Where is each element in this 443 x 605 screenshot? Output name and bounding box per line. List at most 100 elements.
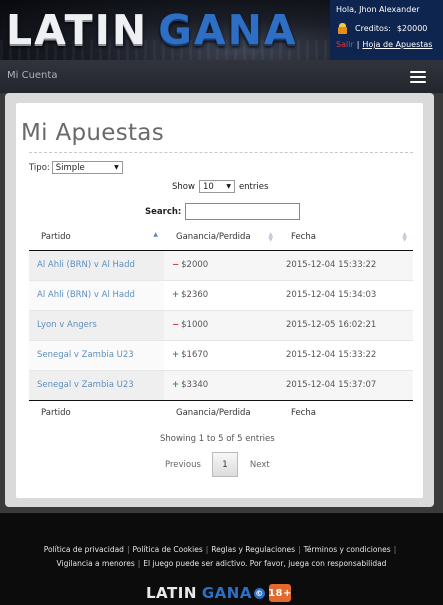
footer-separator: | — [393, 545, 397, 554]
title-divider — [29, 152, 413, 153]
footer-separator: | — [137, 559, 141, 568]
privacy-policy-link[interactable]: Política de privacidad — [44, 545, 124, 554]
table-row: Senegal v Zambia U23 + $3340 2015-12-04 1… — [29, 369, 413, 400]
tipo-select-value: Simple — [55, 162, 85, 173]
coin-stack-icon — [338, 22, 347, 34]
tipo-select[interactable]: Simple ▼ — [51, 161, 123, 174]
date-cell: 2015-12-05 16:02:21 — [279, 309, 413, 340]
link-separator: | — [356, 40, 360, 49]
amount-cell: − $1000 — [164, 309, 279, 340]
search-input[interactable] — [185, 203, 301, 220]
date-cell: 2015-12-04 15:34:03 — [279, 279, 413, 310]
footer-logo-gana: GANA — [201, 584, 252, 602]
partido-cell[interactable]: Al Ahli (BRN) v Al Hadd — [29, 279, 164, 310]
sort-both-icon: ▲ ▼ — [268, 231, 273, 243]
page-title: Mi Apuestas — [21, 120, 164, 146]
user-account-box: Hola, Jhon Alexander Creditos: $20000 Sa… — [330, 0, 443, 60]
nav-title: Mi Cuenta — [7, 70, 58, 81]
age-restriction-badge: 18+ — [268, 584, 291, 602]
column-header-label: Partido — [41, 231, 71, 242]
pagination: Previous 1 Next — [165, 452, 270, 477]
footer-links-row-1: Política de privacidad | Política de Cooki… — [0, 543, 443, 557]
hamburger-menu-icon[interactable] — [410, 71, 426, 83]
amount-value: $1670 — [181, 350, 209, 360]
page-length-select[interactable]: 10 ▼ — [198, 180, 235, 193]
site-header: LATIN GANA Hola, Jhon Alexander Creditos:… — [0, 0, 443, 60]
column-header-ganancia[interactable]: Ganancia/Perdida ▲ ▼ — [164, 224, 279, 251]
search-label: Search: — [145, 206, 182, 217]
gain-sign: + — [172, 350, 180, 360]
footer-logo-latin: LATIN — [146, 584, 197, 602]
partido-cell[interactable]: Lyon v Angers — [29, 309, 164, 340]
page-button-current[interactable]: 1 — [211, 452, 238, 477]
minors-protection-link[interactable]: Vigilancia a menores — [57, 559, 135, 568]
table-row: Senegal v Zambia U23 + $1670 2015-12-04 1… — [29, 339, 413, 370]
date-cell: 2015-12-04 15:37:07 — [279, 369, 413, 400]
sort-ascending-icon: ▲ — [153, 231, 158, 238]
amount-value: $3340 — [181, 380, 209, 390]
table-header-row: Partido ▲ Ganancia/Perdida ▲ ▼ Fecha ▲ ▼ — [29, 224, 413, 251]
user-greeting: Hola, Jhon Alexander — [336, 5, 420, 14]
footer-links-row-2: Vigilancia a menores | El juego puede ser … — [0, 557, 443, 571]
column-header-partido[interactable]: Partido ▲ — [29, 224, 164, 251]
table-row: Lyon v Angers − $1000 2015-12-05 16:02:21 — [29, 309, 413, 340]
logo-mark-icon: © — [253, 587, 265, 599]
credits-label: Creditos: — [355, 23, 391, 33]
account-links: Salir | Hoja de Apuestas — [336, 40, 438, 49]
amount-cell: + $1670 — [164, 339, 279, 370]
date-cell: 2015-12-04 15:33:22 — [279, 249, 413, 280]
terms-link[interactable]: Términos y condiciones — [304, 545, 391, 554]
column-header-fecha[interactable]: Fecha ▲ ▼ — [279, 224, 413, 251]
chevron-down-icon: ▼ — [114, 164, 119, 171]
account-navbar: Mi Cuenta — [0, 60, 443, 93]
bets-table: Partido ▲ Ganancia/Perdida ▲ ▼ Fecha ▲ ▼ Al A… — [29, 224, 413, 426]
logout-link[interactable]: Salir — [336, 40, 354, 49]
tipo-label: Tipo: — [29, 162, 50, 173]
column-header-label: Fecha — [291, 231, 316, 242]
partido-cell[interactable]: Senegal v Zambia U23 — [29, 339, 164, 370]
logo-text-latin: LATIN — [6, 5, 149, 54]
cookies-policy-link[interactable]: Política de Cookies — [132, 545, 202, 554]
footer-separator: | — [298, 545, 301, 554]
column-header-label: Ganancia/Perdida — [176, 231, 251, 242]
gain-sign: + — [172, 380, 180, 390]
previous-page-button[interactable]: Previous — [165, 460, 201, 470]
table-info: Showing 1 to 5 of 5 entries — [160, 434, 275, 444]
page-length-value: 10 — [202, 181, 214, 192]
partido-cell[interactable]: Senegal v Zambia U23 — [29, 369, 164, 400]
amount-value: $2000 — [181, 260, 209, 270]
amount-cell: + $3340 — [164, 369, 279, 400]
loss-sign: − — [172, 260, 180, 270]
table-footer-row: Partido Ganancia/Perdida Fecha — [29, 399, 413, 426]
credits-value: $20000 — [396, 23, 428, 33]
amount-cell: − $2000 — [164, 249, 279, 280]
amount-cell: + $2360 — [164, 279, 279, 310]
site-logo[interactable]: LATIN GANA — [6, 4, 298, 56]
credits-row: Creditos: $20000 — [336, 22, 438, 34]
bets-table-wrapper: Partido ▲ Ganancia/Perdida ▲ ▼ Fecha ▲ ▼ Al A… — [29, 224, 413, 426]
sort-both-icon: ▲ ▼ — [402, 231, 407, 243]
footer-label-fecha: Fecha — [279, 399, 413, 426]
amount-value: $2360 — [181, 290, 209, 300]
footer-separator: | — [126, 545, 130, 554]
partido-cell[interactable]: Al Ahli (BRN) v Al Hadd — [29, 249, 164, 280]
amount-value: $1000 — [181, 320, 209, 330]
date-cell: 2015-12-04 15:33:22 — [279, 339, 413, 370]
responsible-gaming-text: El juego puede ser adictivo. Por favor, … — [143, 559, 387, 568]
chevron-down-icon: ▼ — [226, 183, 231, 190]
footer-label-ganancia: Ganancia/Perdida — [164, 399, 279, 426]
site-footer: Política de privacidad | Política de Cooki… — [0, 543, 443, 571]
tipo-filter: Tipo: Simple ▼ — [29, 161, 123, 174]
footer-logo: LATIN GANA © 18+ — [146, 584, 291, 602]
table-row: Al Ahli (BRN) v Al Hadd − $2000 2015-12-0… — [29, 249, 413, 280]
rules-link[interactable]: Reglas y Regulaciones — [211, 545, 295, 554]
bets-sheet-link[interactable]: Hoja de Apuestas — [362, 40, 432, 49]
page-length-control: Show 10 ▼ entries — [172, 180, 268, 193]
footer-label-partido: Partido — [29, 399, 164, 426]
next-page-button[interactable]: Next — [250, 460, 270, 470]
entries-label: entries — [238, 181, 269, 192]
loss-sign: − — [172, 320, 180, 330]
search-control: Search: — [145, 203, 301, 220]
table-row: Al Ahli (BRN) v Al Hadd + $2360 2015-12-0… — [29, 279, 413, 310]
logo-text-gana: GANA — [158, 5, 298, 54]
